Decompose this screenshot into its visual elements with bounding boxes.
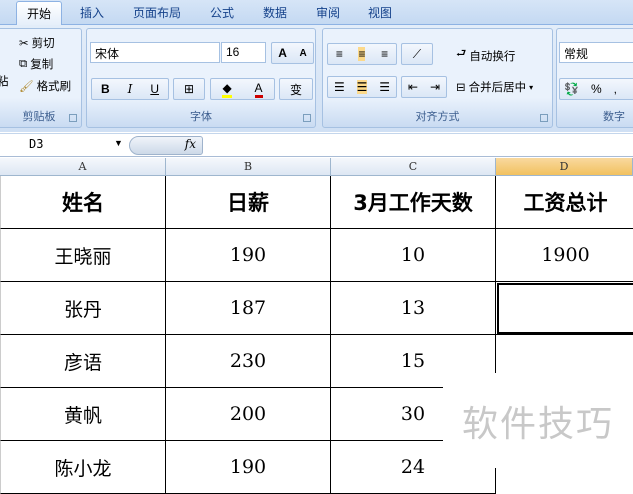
scissors-icon: ✂: [19, 38, 29, 50]
column-header-d[interactable]: D: [496, 158, 633, 176]
number-buttons: 💱%,: [559, 78, 633, 100]
header-cell[interactable]: 3月工作天数: [331, 176, 496, 229]
tab-view[interactable]: 视图: [368, 4, 392, 21]
number-label: 数字: [603, 111, 625, 123]
table-cell[interactable]: 230: [166, 335, 331, 388]
paste-button[interactable]: 粘: [0, 73, 9, 89]
wrap-text-button[interactable]: ⮐ 自动换行: [456, 46, 515, 65]
column-header-c[interactable]: C: [331, 158, 496, 176]
wrap-text-icon: ⮐: [456, 48, 467, 60]
underline-button[interactable]: U: [150, 82, 159, 96]
font-label: 字体: [190, 111, 212, 123]
decrease-indent-icon[interactable]: ⇤: [408, 80, 418, 94]
italic-button[interactable]: I: [128, 82, 133, 96]
align-left-icon[interactable]: ☰: [334, 80, 345, 94]
name-box[interactable]: D3: [2, 137, 126, 154]
table-cell[interactable]: 10: [331, 229, 496, 282]
brush-icon: 🖌: [19, 81, 34, 93]
cut-button[interactable]: ✂ 剪切: [19, 35, 55, 51]
table-cell[interactable]: 200: [166, 388, 331, 441]
table-cell[interactable]: 张丹: [0, 282, 166, 335]
font-color-icon[interactable]: A: [254, 81, 263, 98]
table-cell[interactable]: 黄帆: [0, 388, 166, 441]
horizontal-align-buttons: ☰ ☰ ☰: [327, 76, 397, 98]
header-cell[interactable]: 日薪: [166, 176, 331, 229]
alignment-label: 对齐方式: [415, 111, 460, 123]
format-painter-button[interactable]: 🖌 格式刷: [19, 78, 71, 94]
font-group: 宋体 16 AA BIU ⊞ ◆ A 变 字体: [86, 28, 316, 128]
orientation-icon: ⟋: [412, 46, 422, 61]
orientation-button[interactable]: ⟋: [401, 43, 433, 65]
align-center-icon[interactable]: ☰: [356, 80, 368, 94]
number-group: 常规 💱%, 数字: [556, 28, 633, 128]
style-buttons: BIU: [91, 78, 169, 100]
table-cell[interactable]: 王晓丽: [0, 229, 166, 282]
number-format-select[interactable]: 常规: [559, 42, 633, 63]
grow-font-button[interactable]: A: [278, 46, 287, 60]
border-icon: ⊞: [183, 82, 195, 96]
ribbon-tab-bar: 开始 插入 页面布局 公式 数据 审阅 视图: [0, 0, 633, 26]
align-right-icon[interactable]: ☰: [379, 80, 390, 94]
column-header-b[interactable]: B: [166, 158, 331, 176]
font-size-buttons: AA: [271, 42, 314, 64]
align-top-icon[interactable]: ≡: [336, 47, 343, 61]
font-name-select[interactable]: 宋体: [90, 42, 220, 63]
alignment-group: ≡ ≡ ≡ ⟋ ☰ ☰ ☰ ⇤ ⇥ ⮐ 自动换行 ⊟ 合并后居中 ▾ 对齐方式: [322, 28, 553, 128]
color-buttons: ◆ A: [210, 78, 275, 100]
table-cell[interactable]: 190: [166, 229, 331, 282]
table-cell[interactable]: 1900: [496, 229, 633, 282]
bold-button[interactable]: B: [101, 82, 110, 96]
increase-indent-icon[interactable]: ⇥: [430, 80, 440, 94]
watermark: 软件技巧: [443, 373, 633, 468]
clipboard-group: 粘 ✂ 剪切 ⧉ 复制 🖌 格式刷 剪贴板: [0, 28, 82, 128]
copy-icon: ⧉: [19, 57, 28, 70]
ribbon: 粘 ✂ 剪切 ⧉ 复制 🖌 格式刷 剪贴板 宋体 16 AA BIU ⊞ ◆ A 变 字…: [0, 25, 633, 132]
formula-input[interactable]: [206, 136, 633, 155]
header-cell[interactable]: 姓名: [0, 176, 166, 229]
chevron-down-icon[interactable]: ▼: [114, 138, 123, 148]
comma-button[interactable]: ,: [614, 82, 617, 96]
insert-function-button[interactable]: fx: [129, 136, 203, 155]
table-cell[interactable]: 187: [166, 282, 331, 335]
shrink-font-button[interactable]: A: [299, 48, 306, 59]
dialog-launcher-icon[interactable]: [69, 114, 77, 122]
chevron-down-icon: ▾: [529, 82, 534, 92]
table-cell[interactable]: 彦语: [0, 335, 166, 388]
indent-buttons: ⇤ ⇥: [401, 76, 447, 98]
phonetic-button[interactable]: 变: [279, 78, 313, 100]
currency-icon[interactable]: 💱: [564, 82, 579, 96]
header-cell[interactable]: 工资总计: [496, 176, 633, 229]
percent-button[interactable]: %: [591, 82, 602, 96]
copy-button[interactable]: ⧉ 复制: [19, 56, 53, 72]
tab-insert[interactable]: 插入: [80, 4, 104, 21]
selected-cell[interactable]: [496, 282, 633, 335]
vertical-align-buttons: ≡ ≡ ≡: [327, 43, 397, 65]
fill-color-icon[interactable]: ◆: [222, 81, 232, 98]
align-bottom-icon[interactable]: ≡: [381, 47, 388, 61]
tab-review[interactable]: 审阅: [316, 4, 340, 21]
tab-page-layout[interactable]: 页面布局: [133, 4, 181, 21]
tab-home[interactable]: 开始: [16, 1, 63, 26]
align-middle-icon[interactable]: ≡: [358, 47, 366, 61]
dialog-launcher-icon[interactable]: [303, 114, 311, 122]
border-button[interactable]: ⊞: [173, 78, 205, 100]
table-cell[interactable]: 13: [331, 282, 496, 335]
tab-data[interactable]: 数据: [263, 4, 287, 21]
tab-formulas[interactable]: 公式: [210, 4, 234, 21]
column-header-a[interactable]: A: [0, 158, 166, 176]
merge-center-button[interactable]: ⊟ 合并后居中 ▾: [456, 79, 533, 95]
formula-bar: D3 ▼ fx: [0, 133, 633, 157]
font-size-select[interactable]: 16: [221, 42, 266, 63]
merge-icon: ⊟: [456, 82, 466, 94]
dialog-launcher-icon[interactable]: [540, 114, 548, 122]
